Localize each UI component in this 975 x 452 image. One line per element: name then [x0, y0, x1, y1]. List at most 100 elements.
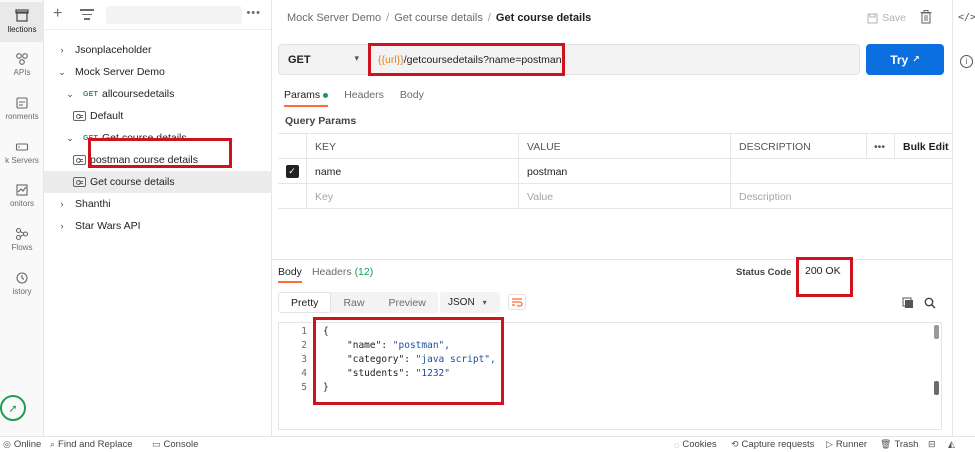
tree-example-item[interactable]: Get course details [44, 171, 272, 193]
code-line: "name": "postman", [347, 340, 450, 351]
rail-environments[interactable]: ronments [0, 96, 44, 130]
tree-collection-item[interactable]: › Jsonplaceholder [44, 39, 272, 61]
wrap-lines-icon[interactable] [508, 294, 526, 310]
delete-icon[interactable] [920, 10, 932, 24]
rail-label: istory [12, 287, 32, 296]
save-button[interactable]: Save [867, 12, 906, 24]
search-icon[interactable] [924, 297, 936, 309]
sidebar-search-input[interactable] [106, 6, 242, 24]
bulk-edit-button[interactable]: Bulk Edit [894, 134, 952, 159]
column-more-icon[interactable]: ••• [866, 134, 894, 159]
query-params-title: Query Params [285, 115, 357, 127]
scrollbar-thumb[interactable] [934, 325, 939, 339]
tab-response-body[interactable]: Body [278, 266, 302, 283]
view-pretty[interactable]: Pretty [278, 292, 332, 313]
tree-example-item[interactable]: Default [44, 105, 272, 127]
status-code-value[interactable]: 200 OK [805, 265, 841, 277]
annotation-box-status [796, 257, 853, 297]
chevron-down-icon[interactable]: ⌄ [65, 133, 75, 144]
code-line: "students": "1232" [347, 368, 450, 379]
url-input[interactable]: {{url}}/getcoursedetails?name=postman [378, 54, 562, 66]
description-input[interactable]: Description [730, 184, 952, 209]
request-tabs: Params Headers Body [284, 89, 424, 107]
code-line: } [323, 382, 329, 393]
runner-button[interactable]: ▷ Runner [826, 439, 867, 450]
key-input[interactable]: Key [306, 184, 518, 209]
format-select[interactable]: JSON ▾ [440, 292, 500, 313]
rail-label: onitors [9, 199, 34, 208]
response-body-editor[interactable]: 1 2 3 4 5 { "name": "postman", "category… [278, 322, 942, 430]
find-icon: ⌕ [50, 439, 56, 449]
chevron-right-icon[interactable]: › [57, 45, 67, 55]
view-raw[interactable]: Raw [331, 292, 376, 313]
view-preview[interactable]: Preview [376, 292, 437, 313]
trash-icon: 🗑 [880, 439, 892, 449]
param-key[interactable]: name [306, 159, 518, 184]
rail-label: llections [7, 25, 37, 34]
capture-requests-button[interactable]: ⟲ Capture requests [731, 439, 814, 450]
rail-monitors[interactable]: onitors [0, 183, 44, 217]
breadcrumb-collection[interactable]: Mock Server Demo [287, 12, 381, 24]
column-description: DESCRIPTION [730, 134, 866, 159]
value-input[interactable]: Value [518, 184, 730, 209]
rocket-icon[interactable]: ➚ [0, 395, 26, 421]
tree-request-item[interactable]: ⌄ GET Get course details [44, 127, 272, 149]
runner-icon: ▷ [826, 439, 833, 449]
json-key: "category" [347, 354, 405, 365]
example-icon [73, 111, 86, 121]
new-collection-button[interactable]: + [53, 5, 62, 23]
tree-item-label: Shanthi [75, 198, 111, 210]
sidebar-more-icon[interactable]: ••• [246, 7, 261, 19]
tree-collection-item[interactable]: › Star Wars API [44, 215, 272, 237]
method-value: GET [288, 53, 311, 66]
chevron-down-icon[interactable]: ⌄ [57, 67, 67, 78]
breadcrumb-separator: / [487, 12, 491, 24]
rail-apis[interactable]: APIs [0, 52, 44, 86]
history-icon [16, 272, 28, 284]
rail-label: k Servers [5, 156, 39, 165]
tree-item-label: postman course details [90, 154, 198, 166]
tree-request-item[interactable]: ⌄ GET allcoursedetails [44, 83, 272, 105]
online-icon: ◎ [3, 439, 11, 449]
cookies-button[interactable]: ◌ Cookies [674, 439, 717, 450]
param-value[interactable]: postman [518, 159, 730, 184]
tab-body[interactable]: Body [400, 89, 424, 107]
trash-button[interactable]: 🗑 Trash [880, 439, 918, 450]
chevron-right-icon[interactable]: › [57, 199, 67, 209]
tab-params[interactable]: Params [284, 89, 329, 107]
tree-collection-item[interactable]: › Shanthi [44, 193, 272, 215]
rail-collections[interactable]: llections [0, 2, 44, 42]
example-icon [73, 177, 86, 187]
console-label: Console [163, 439, 199, 450]
info-icon[interactable]: i [960, 55, 973, 68]
chevron-down-icon: ▾ [482, 298, 487, 307]
tab-response-headers[interactable]: Headers (12) [312, 266, 373, 283]
code-snippet-icon[interactable]: </> [958, 12, 975, 23]
method-select[interactable]: GET ▾ [279, 45, 369, 74]
rail-mock-servers[interactable]: k Servers [0, 140, 44, 174]
tab-headers[interactable]: Headers [344, 89, 384, 107]
filter-icon[interactable] [80, 9, 94, 23]
chevron-right-icon[interactable]: › [57, 221, 67, 231]
rail-history[interactable]: istory [0, 271, 44, 305]
line-number: 4 [301, 368, 307, 379]
online-status[interactable]: ◎ Online [3, 439, 41, 450]
scrollbar-thumb[interactable] [934, 381, 939, 395]
learn-icon[interactable]: ◭ [948, 439, 955, 450]
trash-label: Trash [894, 439, 919, 450]
find-replace-button[interactable]: ⌕ Find and Replace [50, 439, 133, 450]
rail-flows[interactable]: Flows [0, 227, 44, 261]
copy-icon[interactable] [902, 297, 914, 309]
chevron-down-icon[interactable]: ⌄ [65, 89, 75, 100]
tree-collection-item[interactable]: ⌄ Mock Server Demo [44, 61, 272, 83]
console-button[interactable]: ▭ Console [152, 439, 198, 450]
param-checkbox[interactable]: ✓ [278, 159, 306, 184]
table-row: ✓ name postman [278, 159, 952, 184]
param-description[interactable] [730, 159, 952, 184]
breadcrumb-request[interactable]: Get course details [394, 12, 483, 24]
url-path: /getcoursedetails?name=postman [403, 54, 562, 66]
layout-icon[interactable]: ⊟ [928, 439, 936, 450]
tree-example-item[interactable]: postman course details [44, 149, 272, 171]
tab-label: Params [284, 89, 321, 101]
try-button[interactable]: Try ↗ [866, 44, 944, 75]
